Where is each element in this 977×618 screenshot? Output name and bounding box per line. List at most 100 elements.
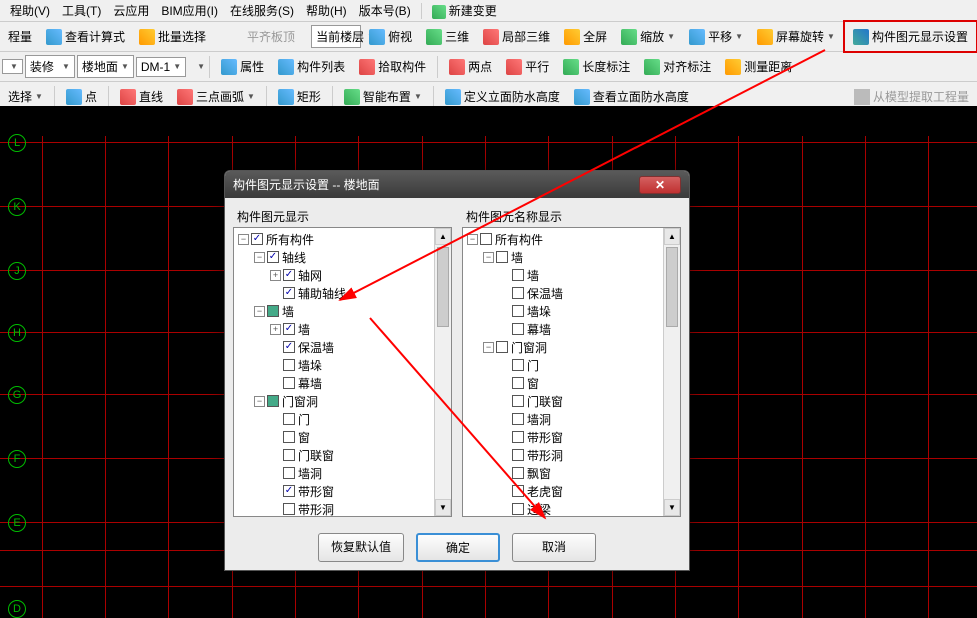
checkbox[interactable] <box>267 395 279 407</box>
tree-item: 飘窗 <box>527 465 551 482</box>
checkbox[interactable] <box>496 341 508 353</box>
checkbox[interactable] <box>283 287 295 299</box>
measure-dist-button[interactable]: 测量距离 <box>719 54 798 79</box>
pick-component-button[interactable]: 拾取构件 <box>353 54 432 79</box>
tree-item: 墙洞 <box>298 465 322 482</box>
local-3d-button[interactable]: 局部三维 <box>477 24 556 49</box>
checkbox[interactable] <box>283 431 295 443</box>
checkbox[interactable] <box>512 359 524 371</box>
menu-help[interactable]: 帮助(H) <box>300 0 353 21</box>
scroll-up-icon[interactable]: ▲ <box>435 228 451 245</box>
checkbox[interactable] <box>283 359 295 371</box>
checkbox[interactable] <box>512 467 524 479</box>
combo-1[interactable]: ▼ <box>2 59 23 74</box>
axis-label-H: H <box>8 324 26 342</box>
checkbox[interactable] <box>512 413 524 425</box>
scrollbar[interactable]: ▲ ▼ <box>434 228 451 516</box>
expand-icon[interactable]: − <box>254 252 265 263</box>
scroll-thumb[interactable] <box>437 247 449 327</box>
right-tree[interactable]: −所有构件 −墙 墙 保温墙 墙垛 幕墙 −门窗洞 门 窗 门联窗 墙洞 带形窗… <box>462 227 681 517</box>
checkbox[interactable] <box>496 251 508 263</box>
pan-button[interactable]: 平移▼ <box>683 24 749 49</box>
zoom-button[interactable]: 缩放▼ <box>615 24 681 49</box>
current-floor-combo[interactable]: 当前楼层▼ <box>311 25 361 48</box>
dm1-combo[interactable]: DM-1▼ <box>136 57 186 77</box>
extract-icon <box>854 89 870 105</box>
expand-icon[interactable]: − <box>238 234 249 245</box>
checkbox[interactable] <box>283 413 295 425</box>
scrollbar[interactable]: ▲ ▼ <box>663 228 680 516</box>
3d-button[interactable]: 三维 <box>420 24 475 49</box>
scroll-down-icon[interactable]: ▼ <box>435 499 451 516</box>
checkbox[interactable] <box>512 485 524 497</box>
scroll-down-icon[interactable]: ▼ <box>664 499 680 516</box>
tree-item: 门窗洞 <box>511 339 547 356</box>
checkbox[interactable] <box>512 449 524 461</box>
checkbox[interactable] <box>512 287 524 299</box>
checkbox[interactable] <box>267 305 279 317</box>
display-settings-button[interactable]: 构件图元显示设置 <box>847 24 974 49</box>
expand-icon[interactable]: − <box>254 396 265 407</box>
floor-surface-combo[interactable]: 楼地面▼ <box>77 55 134 78</box>
checkbox[interactable] <box>512 305 524 317</box>
checkbox[interactable] <box>283 467 295 479</box>
menu-bim[interactable]: BIM应用(I) <box>155 0 224 21</box>
menu-tools[interactable]: 工具(T) <box>56 0 107 21</box>
two-points-button[interactable]: 两点 <box>443 54 498 79</box>
checkbox[interactable] <box>512 431 524 443</box>
checkbox[interactable] <box>512 377 524 389</box>
expand-icon[interactable]: + <box>270 270 281 281</box>
screen-rotate-button[interactable]: 屏幕旋转▼ <box>751 24 841 49</box>
ok-button[interactable]: 确定 <box>416 533 500 562</box>
dialog-titlebar[interactable]: 构件图元显示设置 -- 楼地面 ✕ <box>225 171 689 198</box>
menu-online[interactable]: 在线服务(S) <box>224 0 300 21</box>
properties-button[interactable]: 属性 <box>215 54 270 79</box>
calc-qty-button[interactable]: 程量 <box>2 24 38 49</box>
checkbox[interactable] <box>512 395 524 407</box>
new-change-button[interactable]: 新建变更 <box>426 0 503 21</box>
checkbox[interactable] <box>512 503 524 515</box>
length-anno-button[interactable]: 长度标注 <box>557 54 636 79</box>
expand-icon[interactable]: − <box>467 234 478 245</box>
left-tree[interactable]: −所有构件 −轴线 +轴网 辅助轴线 −墙 +墙 保温墙 墙垛 幕墙 −门窗洞 … <box>233 227 452 517</box>
expand-icon[interactable]: + <box>270 324 281 335</box>
cancel-button[interactable]: 取消 <box>512 533 596 562</box>
checkbox[interactable] <box>283 503 295 515</box>
expand-icon[interactable]: − <box>483 342 494 353</box>
component-list-button[interactable]: 构件列表 <box>272 54 351 79</box>
checkbox[interactable] <box>267 251 279 263</box>
axis-label-F: F <box>8 450 26 468</box>
restore-default-button[interactable]: 恢复默认值 <box>318 533 404 562</box>
clear-button[interactable]: ▼ <box>188 58 204 75</box>
expand-icon[interactable]: − <box>254 306 265 317</box>
menu-view[interactable]: 程助(V) <box>4 0 56 21</box>
checkbox[interactable] <box>480 233 492 245</box>
decor-combo[interactable]: 装修▼ <box>25 55 75 78</box>
menu-version[interactable]: 版本号(B) <box>353 0 417 21</box>
checkbox[interactable] <box>512 269 524 281</box>
close-button[interactable]: ✕ <box>639 176 681 194</box>
menu-cloud[interactable]: 云应用 <box>107 0 155 21</box>
rect-icon <box>278 89 294 105</box>
scroll-thumb[interactable] <box>666 247 678 327</box>
tree-item: 门窗洞 <box>282 393 318 410</box>
expand-icon[interactable]: − <box>483 252 494 263</box>
parallel-button[interactable]: 平行 <box>500 54 555 79</box>
checkbox[interactable] <box>283 449 295 461</box>
scroll-up-icon[interactable]: ▲ <box>664 228 680 245</box>
align-anno-button[interactable]: 对齐标注 <box>638 54 717 79</box>
new-change-icon <box>432 5 446 19</box>
checkbox[interactable] <box>283 485 295 497</box>
display-settings-icon <box>853 29 869 45</box>
top-view-button[interactable]: 俯视 <box>363 24 418 49</box>
checkbox[interactable] <box>251 233 263 245</box>
pick-icon <box>359 59 375 75</box>
fullscreen-button[interactable]: 全屏 <box>558 24 613 49</box>
checkbox[interactable] <box>512 323 524 335</box>
checkbox[interactable] <box>283 269 295 281</box>
checkbox[interactable] <box>283 341 295 353</box>
checkbox[interactable] <box>283 323 295 335</box>
view-formula-button[interactable]: 查看计算式 <box>40 24 131 49</box>
checkbox[interactable] <box>283 377 295 389</box>
batch-select-button[interactable]: 批量选择 <box>133 24 212 49</box>
